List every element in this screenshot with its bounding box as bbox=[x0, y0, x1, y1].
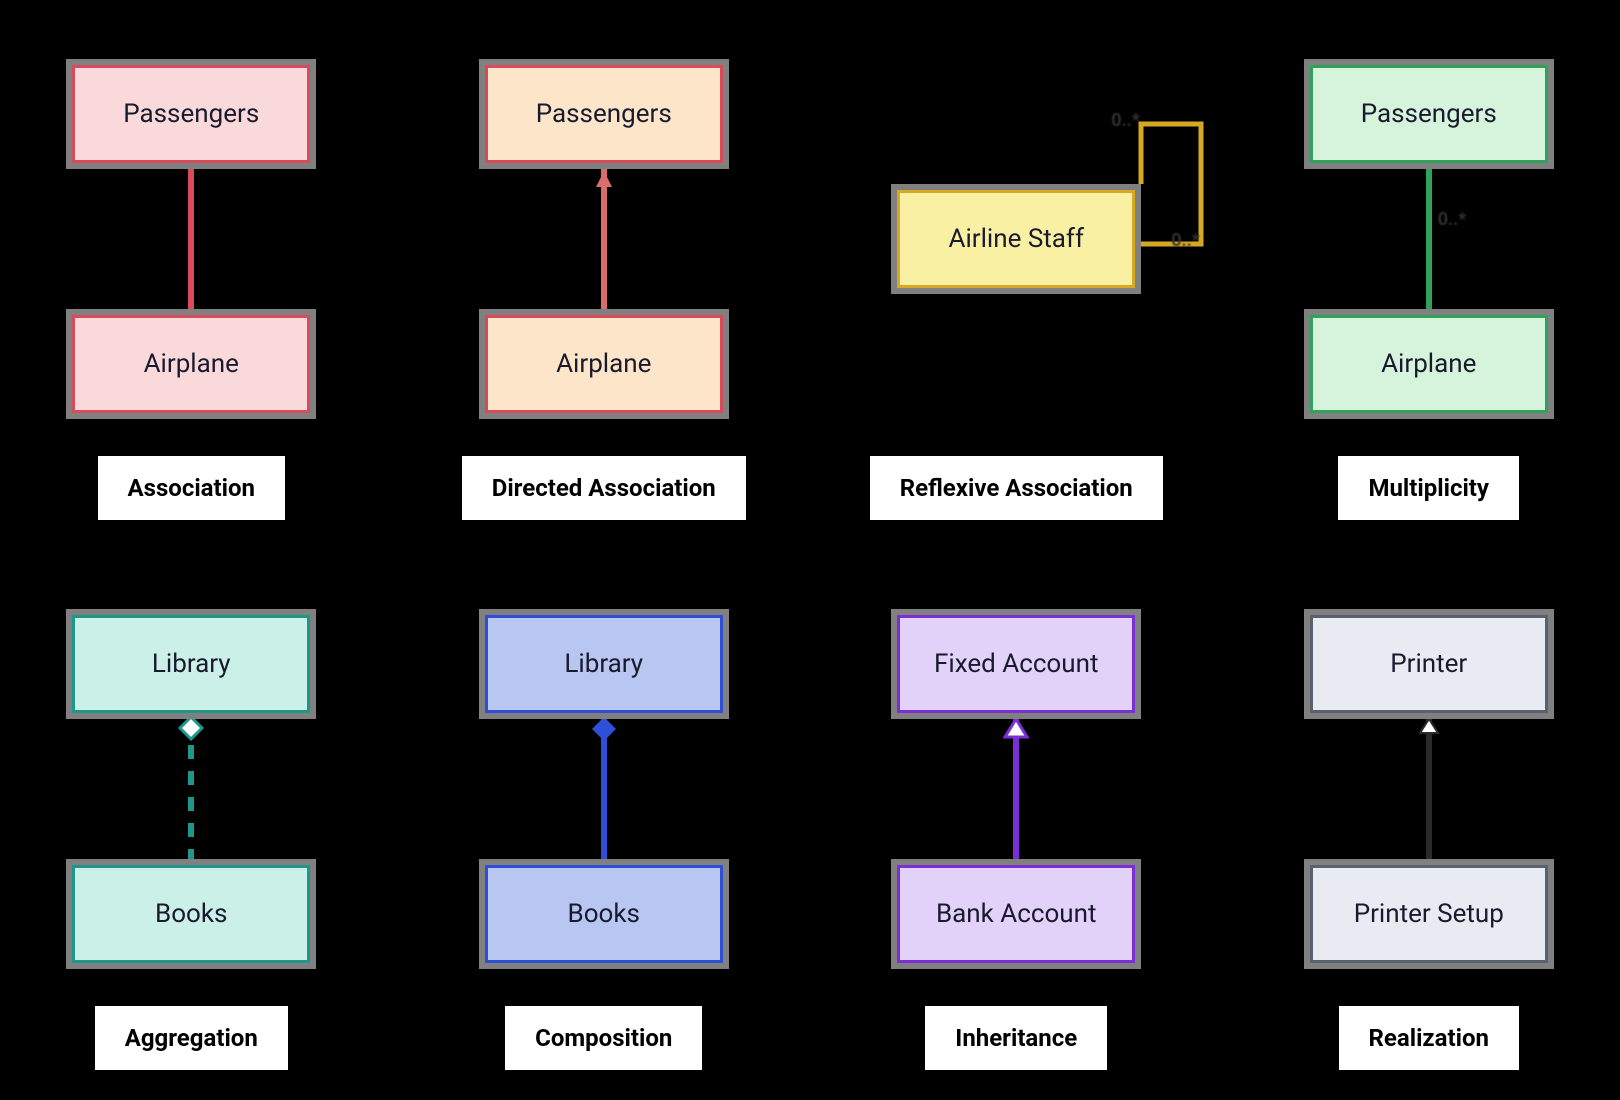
cell-multiplicity: Passengers 0..* Airplane Multiplicity bbox=[1268, 30, 1591, 520]
relationship-label: Reflexive Association bbox=[870, 456, 1163, 520]
box-top: Passengers bbox=[66, 59, 316, 169]
box-bottom: Airplane bbox=[1304, 309, 1554, 419]
box-label: Library bbox=[564, 649, 643, 679]
box-top: Printer bbox=[1304, 609, 1554, 719]
box-label: Library bbox=[152, 649, 231, 679]
cell-realization: Printer Printer Setup Realization bbox=[1268, 580, 1591, 1070]
relationship-label: Composition bbox=[505, 1006, 702, 1070]
box-label: Books bbox=[155, 899, 227, 929]
relationship-label: Directed Association bbox=[462, 456, 746, 520]
box-label: Airline Staff bbox=[949, 224, 1085, 254]
hollow-triangle-icon bbox=[1418, 717, 1440, 735]
multiplicity-b: 0..* bbox=[1171, 230, 1200, 251]
box-label: Bank Account bbox=[936, 899, 1097, 929]
multiplicity-mid: 0..* bbox=[1438, 209, 1467, 230]
arrowhead-up-icon bbox=[596, 171, 612, 187]
box-top: Passengers bbox=[1304, 59, 1554, 169]
connector-line bbox=[1013, 719, 1019, 859]
relationship-label: Inheritance bbox=[925, 1006, 1107, 1070]
connector-line bbox=[601, 169, 607, 309]
connector-dashed bbox=[188, 719, 194, 859]
connector-line bbox=[601, 719, 607, 859]
diagram-association: Passengers Airplane bbox=[30, 30, 353, 448]
box-top: Library bbox=[479, 609, 729, 719]
box-label: Airplane bbox=[1381, 349, 1476, 379]
box-label: Passengers bbox=[123, 99, 259, 129]
relationship-label: Realization bbox=[1339, 1006, 1519, 1070]
relationship-label: Association bbox=[98, 456, 286, 520]
box-label: Passengers bbox=[1361, 99, 1497, 129]
box-top: Fixed Account bbox=[891, 609, 1141, 719]
cell-aggregation: Library Books Aggregation bbox=[30, 580, 353, 1070]
connector-line bbox=[188, 169, 194, 309]
box-bottom: Books bbox=[66, 859, 316, 969]
box-top: Library bbox=[66, 609, 316, 719]
cell-reflexive: Airline Staff 0..* 0..* Reflexive Associ… bbox=[855, 30, 1178, 520]
box-label: Fixed Account bbox=[934, 649, 1098, 679]
filled-diamond-icon bbox=[590, 715, 618, 743]
diagram-reflexive: Airline Staff 0..* 0..* bbox=[855, 30, 1178, 448]
box-label: Passengers bbox=[536, 99, 672, 129]
box-bottom: Bank Account bbox=[891, 859, 1141, 969]
diagram-inheritance: Fixed Account Bank Account bbox=[855, 580, 1178, 998]
multiplicity-a: 0..* bbox=[1111, 110, 1140, 131]
diagram-multiplicity: Passengers 0..* Airplane bbox=[1268, 30, 1591, 448]
connector-line: 0..* bbox=[1426, 169, 1432, 309]
cell-composition: Library Books Composition bbox=[443, 580, 766, 1070]
cell-directed-association: Passengers Airplane Directed Association bbox=[443, 30, 766, 520]
box-label: Airplane bbox=[144, 349, 239, 379]
diagram-directed: Passengers Airplane bbox=[443, 30, 766, 448]
cell-association: Passengers Airplane Association bbox=[30, 30, 353, 520]
diagram-aggregation: Library Books bbox=[30, 580, 353, 998]
connector-line bbox=[1426, 719, 1432, 859]
cell-inheritance: Fixed Account Bank Account Inheritance bbox=[855, 580, 1178, 1070]
box-label: Books bbox=[568, 899, 640, 929]
box-bottom: Books bbox=[479, 859, 729, 969]
box-bottom: Printer Setup bbox=[1304, 859, 1554, 969]
diagram-composition: Library Books bbox=[443, 580, 766, 998]
hollow-triangle-icon bbox=[1003, 717, 1029, 739]
relationship-grid: Passengers Airplane Association Passenge… bbox=[30, 30, 1590, 1070]
box-single: Airline Staff bbox=[891, 184, 1141, 294]
box-label: Printer Setup bbox=[1354, 899, 1504, 929]
relationship-label: Aggregation bbox=[95, 1006, 288, 1070]
box-bottom: Airplane bbox=[479, 309, 729, 419]
box-label: Printer bbox=[1390, 649, 1467, 679]
box-top: Passengers bbox=[479, 59, 729, 169]
diagram-realization: Printer Printer Setup bbox=[1268, 580, 1591, 998]
box-label: Airplane bbox=[556, 349, 651, 379]
relationship-label: Multiplicity bbox=[1338, 456, 1519, 520]
box-bottom: Airplane bbox=[66, 309, 316, 419]
